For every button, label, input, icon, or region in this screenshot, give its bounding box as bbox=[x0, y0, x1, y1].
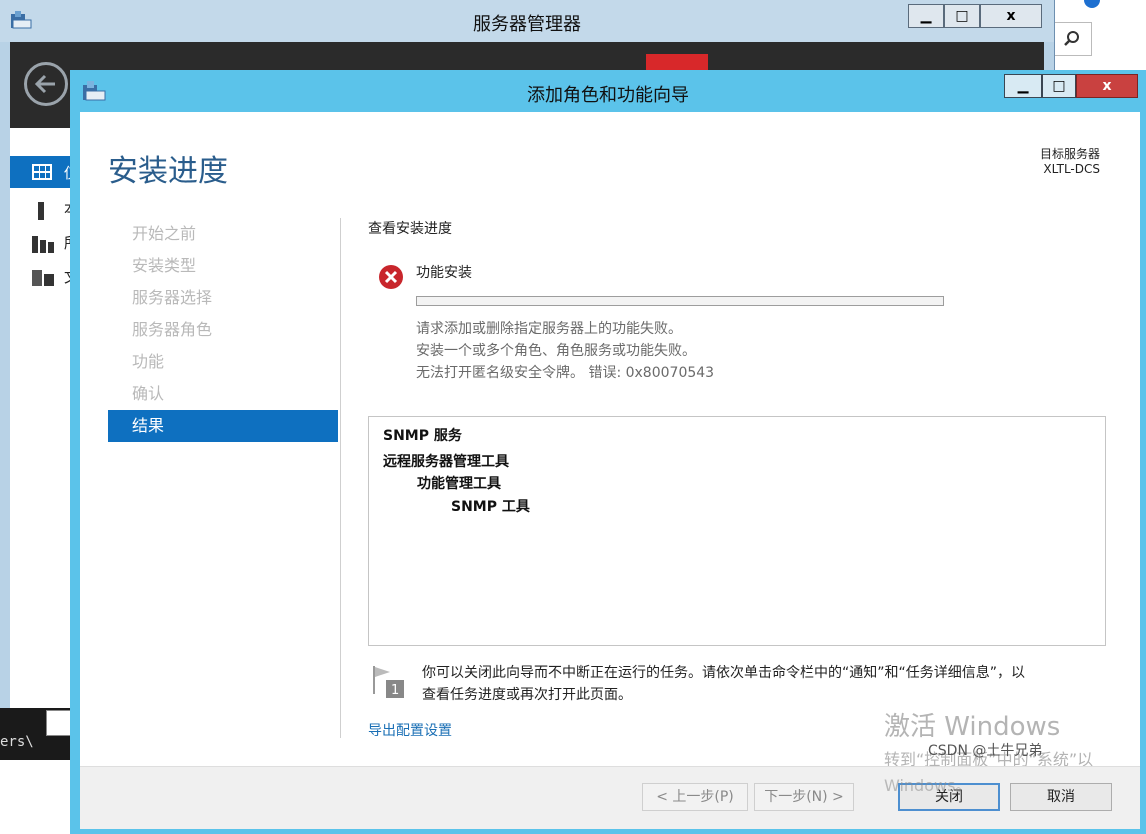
next-button[interactable]: 下一步(N) > bbox=[754, 783, 854, 811]
results-list: SNMP 服务 远程服务器管理工具 功能管理工具 SNMP 工具 bbox=[368, 416, 1106, 646]
background-task-note: 你可以关闭此向导而不中断正在运行的任务。请依次单击命令栏中的“通知”和“任务详细… bbox=[422, 662, 1122, 706]
console-strip: ers\ bbox=[0, 708, 72, 760]
nav-item-dashboard[interactable]: 仪 bbox=[10, 156, 79, 188]
cancel-button[interactable]: 取消 bbox=[1010, 783, 1112, 811]
wizard-footer: < 上一步(P) 下一步(N) > 关闭 取消 bbox=[80, 766, 1140, 829]
step-features[interactable]: 功能 bbox=[108, 346, 338, 378]
result-item: 功能管理工具 bbox=[417, 476, 501, 492]
dashboard-icon bbox=[32, 164, 52, 180]
maximize-button[interactable]: □ bbox=[1042, 74, 1076, 98]
console-text: ers\ bbox=[0, 734, 34, 750]
step-results[interactable]: 结果 bbox=[108, 410, 338, 442]
error-message: 无法打开匿名级安全令牌。 错误: 0x80070543 bbox=[416, 365, 715, 381]
target-server-value: XLTL-DCS bbox=[1043, 162, 1100, 176]
steps-divider bbox=[340, 218, 341, 738]
activation-watermark-title: 激活 Windows bbox=[884, 712, 1061, 742]
nav-item-local-server[interactable]: 本 bbox=[10, 192, 79, 224]
activation-watermark-text: Windows。 bbox=[884, 776, 972, 795]
step-before-you-begin[interactable]: 开始之前 bbox=[108, 218, 338, 250]
svg-text:1: 1 bbox=[391, 683, 399, 698]
server-manager-nav: 仪 本 所 文 bbox=[10, 128, 79, 708]
content-title: 查看安装进度 bbox=[368, 221, 452, 237]
nav-item-all-servers[interactable]: 所 bbox=[10, 226, 79, 258]
page-title: 安装进度 bbox=[108, 154, 228, 189]
minimize-button[interactable]: ▁ bbox=[908, 4, 944, 28]
flag-note-icon: 1 bbox=[373, 666, 404, 698]
back-button[interactable] bbox=[24, 62, 68, 106]
maximize-button[interactable]: □ bbox=[944, 4, 980, 28]
servers-icon bbox=[32, 236, 54, 253]
error-icon bbox=[379, 265, 403, 289]
nav-item-file-services[interactable]: 文 bbox=[10, 260, 79, 292]
error-message: 请求添加或删除指定服务器上的功能失败。 bbox=[416, 321, 682, 337]
step-server-roles[interactable]: 服务器角色 bbox=[108, 314, 338, 346]
feature-installation-label: 功能安装 bbox=[416, 265, 472, 281]
search-icon bbox=[1064, 31, 1079, 46]
wizard-client-area: 安装进度 目标服务器 XLTL-DCS 开始之前 安装类型 服务器选择 服务器角… bbox=[80, 112, 1140, 829]
close-button[interactable]: x bbox=[1076, 74, 1138, 98]
step-server-selection[interactable]: 服务器选择 bbox=[108, 282, 338, 314]
installation-progress-bar bbox=[416, 296, 944, 306]
file-services-icon bbox=[32, 270, 54, 286]
close-button[interactable]: x bbox=[980, 4, 1042, 28]
note-line: 查看任务进度或再次打开此页面。 bbox=[422, 687, 632, 703]
note-line: 你可以关闭此向导而不中断正在运行的任务。请依次单击命令栏中的“通知”和“任务详细… bbox=[422, 665, 1026, 681]
target-server-label: 目标服务器 bbox=[1039, 147, 1100, 161]
minimize-button[interactable]: ▁ bbox=[1004, 74, 1042, 98]
error-message: 安装一个或多个角色、角色服务或功能失败。 bbox=[416, 343, 696, 359]
step-confirmation[interactable]: 确认 bbox=[108, 378, 338, 410]
result-item: 远程服务器管理工具 bbox=[383, 454, 509, 470]
csdn-watermark: CSDN @土牛兄弟 bbox=[928, 743, 1043, 759]
step-installation-type[interactable]: 安装类型 bbox=[108, 250, 338, 282]
result-item: SNMP 服务 bbox=[383, 428, 462, 444]
server-icon bbox=[38, 202, 44, 220]
server-manager-titlebar: 服务器管理器 ▁ □ x bbox=[0, 0, 1054, 42]
search-button[interactable] bbox=[1052, 22, 1092, 56]
wizard-titlebar: 添加角色和功能向导 ▁ □ x bbox=[70, 70, 1146, 112]
previous-button[interactable]: < 上一步(P) bbox=[642, 783, 748, 811]
wizard-window: 添加角色和功能向导 ▁ □ x 安装进度 目标服务器 XLTL-DCS 开始之前… bbox=[70, 70, 1146, 834]
export-config-link[interactable]: 导出配置设置 bbox=[368, 720, 452, 740]
console-input[interactable] bbox=[46, 710, 72, 736]
server-manager-title: 服务器管理器 bbox=[473, 14, 581, 35]
wizard-title: 添加角色和功能向导 bbox=[527, 85, 689, 106]
back-arrow-icon bbox=[34, 74, 55, 94]
wizard-steps: 开始之前 安装类型 服务器选择 服务器角色 功能 确认 结果 bbox=[108, 218, 338, 442]
result-item: SNMP 工具 bbox=[451, 499, 530, 515]
